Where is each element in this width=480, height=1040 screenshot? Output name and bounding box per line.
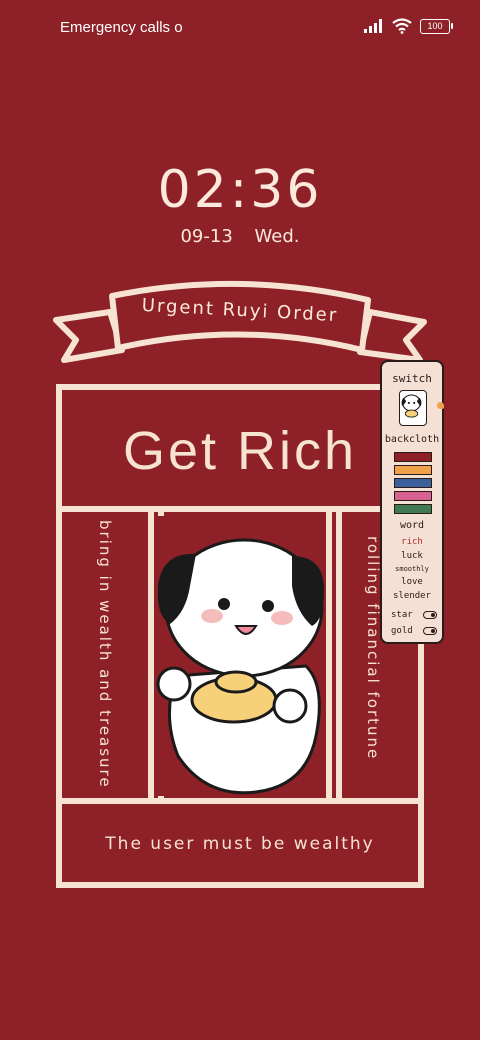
word-option-love[interactable]: love [382,577,442,587]
word-option-smoothly[interactable]: smoothly [382,565,442,573]
gold-toggle-row[interactable]: gold [391,626,437,636]
wifi-icon [392,18,412,34]
gold-toggle-label: gold [391,626,413,636]
puppy-thumbnail-icon [401,394,422,418]
frame-column-line [326,512,332,798]
swatch-blue[interactable] [394,478,432,488]
swatch-red[interactable] [394,452,432,462]
word-option-rich[interactable]: rich [382,537,442,547]
switch-label: switch [392,372,432,385]
word-option-slender[interactable]: slender [382,591,442,601]
puppy-switch-thumbnail[interactable] [399,390,427,426]
backcloth-label: backcloth [384,434,440,445]
left-vertical-text: bring in wealth and treasure [96,520,114,789]
star-toggle-row[interactable]: star [391,610,437,620]
swatch-green[interactable] [394,504,432,514]
status-icons: 100 [364,18,453,34]
widget-settings-panel: switch backcloth word rich luck smoothly… [380,360,444,644]
frame-divider-bottom [62,798,418,804]
word-label: word [399,520,425,531]
lockscreen-date: 09-13 [180,226,233,247]
star-toggle-label: star [391,610,413,620]
heart-icon [437,402,444,409]
signal-icon [364,19,382,33]
frame-column-line [148,512,154,798]
swatch-orange[interactable] [394,465,432,475]
puppy-illustration [156,516,324,796]
star-toggle[interactable] [423,611,437,619]
battery-icon: 100 [420,18,453,34]
lockscreen-clock: 02:36 [157,160,323,220]
frame-divider-top [62,506,418,512]
wallpaper-title: Get Rich [122,421,358,481]
lockscreen-date-row: 09-13 Wed. [0,226,480,247]
word-option-luck[interactable]: luck [382,551,442,561]
lockscreen-weekday: Wed. [254,226,300,247]
swatch-pink[interactable] [394,491,432,501]
wallpaper-footer: The user must be wealthy [105,834,375,854]
gold-toggle[interactable] [423,627,437,635]
frame-column-line [336,512,342,798]
status-bar: Emergency calls o 100 [0,0,480,56]
carrier-text: Emergency calls o [60,19,183,36]
